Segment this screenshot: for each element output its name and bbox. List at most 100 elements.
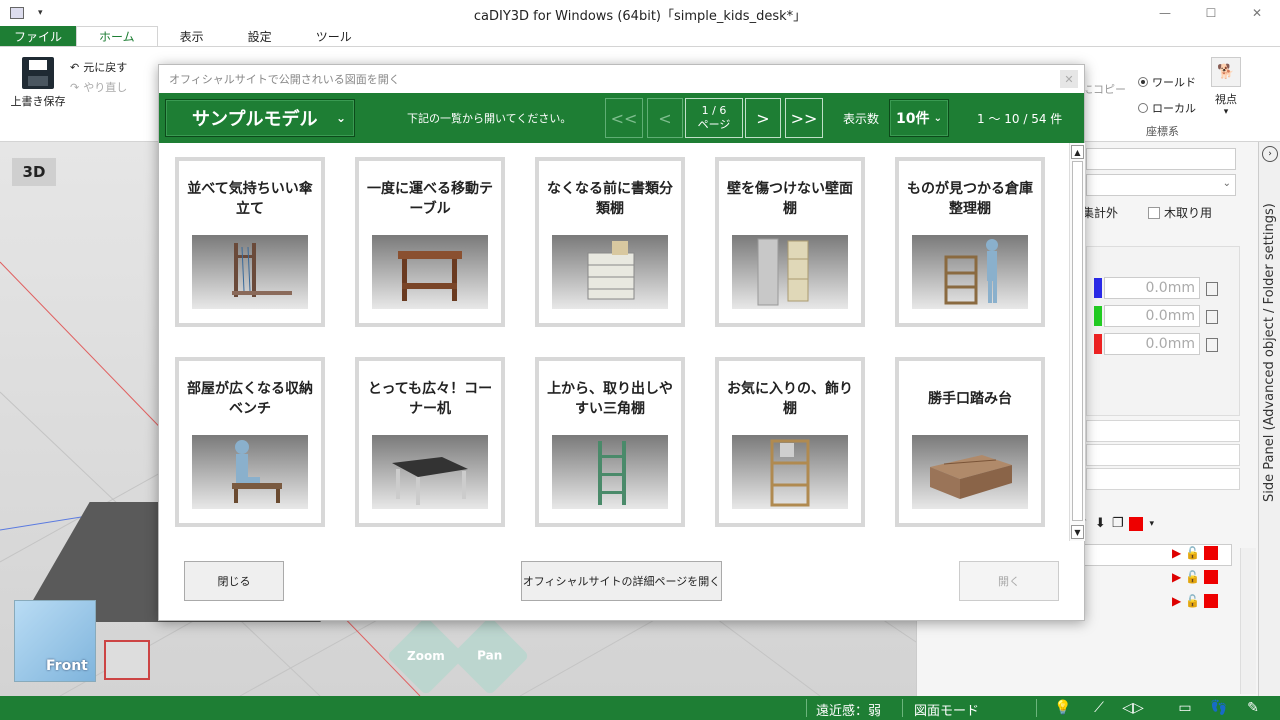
color-swatch-icon[interactable] (1204, 594, 1219, 608)
lightbulb-icon[interactable]: 💡 (1054, 699, 1072, 717)
pan-label: Pan (477, 649, 503, 663)
lock-icon[interactable]: 🔓 (1185, 594, 1200, 608)
model-card[interactable]: 上から、取り出しやすい三角棚 (535, 357, 685, 527)
model-card[interactable]: 勝手口踏み台 (895, 357, 1045, 527)
color-swatch-icon[interactable] (1204, 570, 1219, 584)
scroll-down-icon[interactable]: ▼ (1071, 525, 1084, 539)
first-page-button[interactable]: << (605, 98, 643, 138)
play-icon[interactable]: ▶ (1172, 570, 1181, 584)
next-page-button[interactable]: > (745, 98, 781, 138)
model-card[interactable]: 一度に運べる移動テーブル (355, 157, 505, 327)
side-list-scrollbar[interactable] (1240, 548, 1256, 694)
scroll-up-icon[interactable]: ▲ (1071, 145, 1084, 159)
list-item-controls: ▶ 🔓 (1172, 570, 1219, 584)
play-icon[interactable]: ▶ (1172, 594, 1181, 608)
status-bar: 遠近感：弱 図面モード 💡 ⟋ ◁▷ ▭ 👣 ✎ (0, 696, 1280, 720)
copy-icon[interactable]: ❐ (1112, 516, 1124, 531)
model-card[interactable]: とっても広々！コーナー机 (355, 357, 505, 527)
calculator-icon[interactable] (1206, 310, 1218, 324)
dialog-scrollbar[interactable]: ▲ ▼ (1069, 143, 1085, 541)
page-indicator: 1 / 6 ページ (685, 98, 743, 138)
undo-button[interactable]: ↶ 元に戻す (70, 57, 127, 77)
redo-icon: ↷ (70, 80, 80, 94)
open-button[interactable]: 開く (959, 561, 1059, 601)
lock-icon[interactable]: 🔓 (1185, 570, 1200, 584)
prev-page-button[interactable]: < (647, 98, 683, 138)
snap-icon[interactable]: ⟋ (1090, 699, 1108, 717)
play-icon[interactable]: ▶ (1172, 546, 1181, 560)
tab-tools[interactable]: ツール (294, 26, 374, 46)
play-mode-icon[interactable]: ◁▷ (1122, 699, 1144, 717)
dialog-title: オフィシャルサイトで公開されいる図面を開く (169, 73, 400, 86)
model-title: 上から、取り出しやすい三角棚 (547, 381, 673, 417)
result-range: 1 ～ 10 / 54 件 (977, 112, 1063, 126)
side-panel-strip: › Side Panel (Advanced object / Folder s… (1258, 142, 1280, 696)
side-type-select[interactable]: ⌄ (1086, 174, 1236, 196)
side-section-row[interactable] (1086, 444, 1240, 466)
lock-icon[interactable]: 🔓 (1185, 546, 1200, 560)
minimize-button[interactable]: — (1142, 0, 1188, 26)
model-card[interactable]: なくなる前に書類分類棚 (535, 157, 685, 327)
model-card[interactable]: 並べて気持ちいい傘立て (175, 157, 325, 327)
side-name-field[interactable] (1086, 148, 1236, 170)
collapse-arrow-icon[interactable]: › (1262, 146, 1278, 162)
scroll-thumb[interactable] (1072, 161, 1083, 521)
move-down-icon[interactable]: ⬇ (1095, 516, 1106, 531)
model-card[interactable]: 壁を傷つけない壁面棚 (715, 157, 865, 327)
home-view-icon[interactable] (104, 640, 150, 680)
coord-local-radio[interactable]: ローカル (1138, 95, 1196, 121)
x-position-field[interactable]: 0.0mm (1104, 277, 1200, 299)
page-number: 1 / 6 (701, 104, 727, 117)
radio-off-icon (1138, 103, 1148, 113)
tab-home[interactable]: ホーム (76, 26, 158, 46)
viewpoint-button[interactable]: 🐕 視点 ▾ (1208, 57, 1244, 117)
last-page-button[interactable]: >> (785, 98, 823, 138)
close-button[interactable]: 閉じる (184, 561, 284, 601)
maximize-button[interactable]: ☐ (1188, 0, 1234, 26)
zoom-label: Zoom (407, 648, 445, 663)
color-swatch-icon[interactable] (1129, 516, 1144, 531)
pencil-icon[interactable]: ✎ (1244, 699, 1262, 717)
redo-button[interactable]: ↷ やり直し (70, 77, 127, 97)
ribbon-tabs: ファイル ホーム 表示 設定 ツール (0, 26, 1280, 46)
model-title: 壁を傷つけない壁面棚 (727, 181, 853, 217)
dialog-header: サンプルモデル ⌄ 下記の一覧から開いてください。 << < 1 / 6 ページ… (159, 93, 1084, 143)
side-section-row[interactable] (1086, 420, 1240, 442)
instruction-text: 下記の一覧から開いてください。 (407, 112, 572, 125)
calculator-icon[interactable] (1206, 338, 1218, 352)
side-section-row[interactable] (1086, 468, 1240, 490)
wood-checkbox[interactable]: 木取り用 (1148, 204, 1212, 221)
color-swatch-icon[interactable] (1204, 546, 1219, 560)
checkbox-icon (1148, 206, 1160, 219)
y-axis-color (1094, 306, 1102, 326)
per-page-select[interactable]: 10件 ⌄ (889, 99, 949, 137)
tab-file[interactable]: ファイル (0, 26, 77, 46)
save-button[interactable]: 上書き保存 (8, 57, 68, 109)
z-position-field[interactable]: 0.0mm (1104, 333, 1200, 355)
model-card[interactable]: ものが見つかる倉庫整理棚 (895, 157, 1045, 327)
footprint-icon[interactable]: 👣 (1210, 699, 1228, 717)
calculator-icon[interactable] (1206, 282, 1218, 296)
coord-world-radio[interactable]: ワールド (1138, 69, 1196, 95)
category-select[interactable]: サンプルモデル ⌄ (165, 99, 355, 137)
model-title: 一度に運べる移動テーブル (367, 181, 493, 217)
frame-icon[interactable]: ▭ (1176, 699, 1194, 717)
model-thumbnail (732, 235, 848, 309)
exclude-checkbox[interactable]: 集計外 (1082, 204, 1118, 221)
model-thumbnail (912, 435, 1028, 509)
mode-status[interactable]: 図面モード (914, 700, 979, 719)
model-card[interactable]: お気に入りの、飾り棚 (715, 357, 865, 527)
perspective-status[interactable]: 遠近感：弱 (816, 700, 881, 719)
model-thumbnail (192, 435, 308, 509)
dialog-close-icon[interactable]: ✕ (1060, 70, 1078, 88)
close-window-button[interactable]: ✕ (1234, 0, 1280, 26)
model-title: とっても広々！コーナー机 (367, 381, 493, 417)
chevron-down-icon[interactable]: ▾ (1149, 519, 1154, 529)
tab-settings[interactable]: 設定 (226, 26, 294, 46)
model-thumbnail (732, 435, 848, 509)
open-official-page-button[interactable]: オフィシャルサイトの詳細ページを開く (521, 561, 722, 601)
y-position-field[interactable]: 0.0mm (1104, 305, 1200, 327)
side-panel-vertical-title: Side Panel (Advanced object / Folder set… (1262, 203, 1277, 502)
tab-view[interactable]: 表示 (158, 26, 226, 46)
model-card[interactable]: 部屋が広くなる収納ベンチ (175, 357, 325, 527)
